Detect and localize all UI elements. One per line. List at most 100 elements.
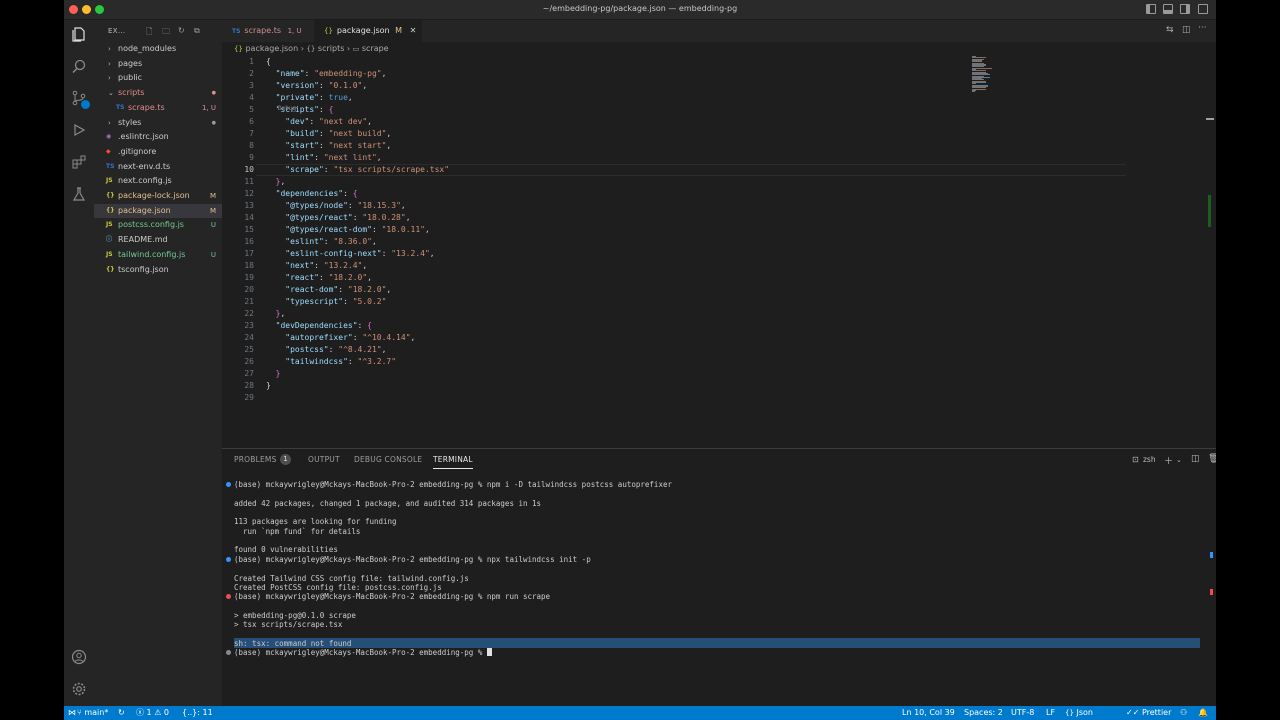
code-token: : — [314, 261, 324, 270]
terminal-line-text: Created PostCSS config file: postcss.con… — [234, 582, 442, 592]
search-icon[interactable] — [71, 58, 87, 74]
notifications-bell-icon[interactable]: 🔔 — [1198, 706, 1208, 720]
tree-item-readme-md[interactable]: ⓘ README.md — [94, 233, 222, 247]
tab-scrape-ts[interactable]: TS scrape.ts 1, U — [222, 20, 314, 42]
code-line: "react": "18.2.0", — [266, 273, 372, 282]
line-number: 4 — [249, 93, 254, 102]
tab-terminal[interactable]: TERMINAL — [433, 455, 473, 469]
code-token: "start" — [285, 141, 319, 150]
line-number: 27 — [244, 369, 254, 378]
command-decoration-dot[interactable] — [226, 650, 231, 656]
prettier-indicator[interactable]: ✓✓ Prettier — [1126, 706, 1171, 720]
feedback-icon[interactable]: ⚇ — [1180, 706, 1187, 720]
close-tab-icon[interactable]: ✕ — [410, 26, 417, 35]
sync-icon[interactable]: ↻ — [118, 706, 125, 720]
code-token: "@types/react" — [285, 213, 353, 222]
terminal-scrollbar-marker — [1210, 589, 1213, 595]
tree-item-label: next-env.d.ts — [118, 161, 171, 171]
breadcrumb-item[interactable]: scrape — [362, 44, 389, 53]
code-token: , — [367, 273, 372, 282]
split-terminal-icon[interactable]: ◫ — [1191, 454, 1200, 464]
terminal-line: added 42 packages, changed 1 package, an… — [234, 499, 541, 508]
code-token: { — [266, 57, 271, 66]
code-line: "dev": "next dev", — [266, 117, 372, 126]
code-token: : — [319, 93, 329, 102]
new-file-icon[interactable]: 🗋 — [146, 26, 152, 40]
toggle-secondary-sidebar-icon[interactable] — [1180, 4, 1190, 14]
run-debug-icon[interactable] — [71, 122, 87, 138]
code-line: }, — [266, 177, 286, 186]
command-decoration-dot[interactable] — [226, 594, 231, 600]
refresh-icon[interactable]: ↻ — [178, 26, 185, 35]
new-terminal-icon[interactable]: ＋ — [1164, 454, 1173, 467]
line-number: 5 — [249, 105, 254, 114]
title-bar: ~/embedding-pg/package.json — embedding-… — [64, 0, 1216, 20]
toggle-panel-icon[interactable] — [1163, 4, 1173, 14]
tree-item-pages[interactable]: › pages — [94, 57, 222, 71]
terminal-line-text: (base) mckaywrigley@Mckays-MacBook-Pro-2… — [234, 554, 591, 564]
tree-item-tsconfig-json[interactable]: {} tsconfig.json — [94, 263, 222, 277]
tree-item-package-lock-json[interactable]: {} package-lock.json M — [94, 189, 222, 203]
chevron-down-icon[interactable]: ⌄ — [1176, 456, 1182, 464]
code-editor[interactable]: 1 {2 "name": "embedding-pg", 3 "version": … — [222, 56, 1216, 446]
git-status-badge: U — [210, 250, 216, 259]
language-mode[interactable]: {} Json — [1065, 706, 1093, 720]
code-token: : — [323, 165, 334, 174]
problems-indicator[interactable]: ⓧ 1 ⚠ 0 — [136, 706, 169, 720]
branch-indicator[interactable]: ⑂ main* — [77, 706, 108, 720]
tree-item-scrape-ts[interactable]: TS scrape.ts 1, U — [94, 101, 222, 115]
tree-item-postcss-config-js[interactable]: JS postcss.config.js U — [94, 218, 222, 232]
line-number: 18 — [244, 261, 254, 270]
tab-badge: 1, U — [287, 27, 302, 35]
debug-codelens[interactable]: Debug — [278, 105, 296, 112]
minimap[interactable] — [970, 56, 1050, 96]
tree-item-next-env-d-ts[interactable]: TS next-env.d.ts — [94, 160, 222, 174]
tree-item-public[interactable]: › public — [94, 71, 222, 85]
account-icon[interactable] — [71, 649, 87, 665]
manage-gear-icon[interactable] — [71, 681, 87, 697]
code-token: { — [367, 321, 372, 330]
tree-item-tailwind-config-js[interactable]: JS tailwind.config.js U — [94, 248, 222, 262]
trash-icon[interactable]: 🗑 — [1208, 454, 1216, 464]
tree-item-scripts[interactable]: ⌄ scripts ● — [94, 86, 222, 100]
new-folder-icon[interactable]: 🗀 — [162, 26, 170, 40]
toggle-primary-sidebar-icon[interactable] — [1146, 4, 1156, 14]
encoding[interactable]: UTF-8 — [1011, 706, 1034, 720]
tree-item-next-config-js[interactable]: JS next.config.js — [94, 174, 222, 188]
remote-icon[interactable]: ⋈ — [68, 706, 76, 720]
tree-item-node-modules[interactable]: › node_modules — [94, 42, 222, 56]
tab-debug-console[interactable]: DEBUG CONSOLE — [354, 455, 422, 464]
tree-item-eslintrc-json[interactable]: ◉ .eslintrc.json — [94, 130, 222, 144]
breadcrumb-item[interactable]: package.json — [245, 44, 298, 53]
explorer-icon[interactable] — [71, 26, 87, 42]
customize-layout-icon[interactable] — [1198, 4, 1208, 14]
testing-icon[interactable] — [71, 186, 87, 202]
shell-label[interactable]: zsh — [1143, 455, 1156, 464]
tab-output[interactable]: OUTPUT — [308, 455, 340, 464]
tab-package-json[interactable]: {} package.json M ✕ — [314, 20, 422, 42]
ts-file-icon: TS — [106, 162, 115, 170]
extensions-icon[interactable] — [71, 154, 87, 170]
tree-item-styles[interactable]: › styles ● — [94, 116, 222, 130]
tab-problems[interactable]: PROBLEMS — [234, 455, 277, 464]
open-changes-icon[interactable]: ⇆ — [1166, 25, 1174, 35]
code-line: { — [266, 57, 271, 66]
folder-status-dot: ● — [211, 119, 216, 126]
command-decoration-dot[interactable] — [226, 556, 231, 562]
tree-item-gitignore[interactable]: ◆ .gitignore — [94, 145, 222, 159]
tree-item-package-json[interactable]: {} package.json M — [94, 203, 222, 218]
cursor-position[interactable]: Ln 10, Col 39 — [902, 706, 955, 720]
breadcrumb-item[interactable]: scripts — [318, 44, 344, 53]
command-decoration-dot[interactable] — [226, 482, 231, 487]
breadcrumb: {} package.json › {} scripts › ▭ scrape — [222, 42, 1216, 56]
collapse-all-icon[interactable]: ⧉ — [194, 26, 200, 36]
end-of-line[interactable]: LF — [1046, 706, 1055, 720]
brace-info[interactable]: {..}: 11 — [182, 706, 213, 720]
indentation[interactable]: Spaces: 2 — [964, 706, 1003, 720]
split-editor-icon[interactable]: ◫ — [1182, 25, 1191, 35]
more-actions-icon[interactable]: ··· — [1198, 23, 1207, 33]
